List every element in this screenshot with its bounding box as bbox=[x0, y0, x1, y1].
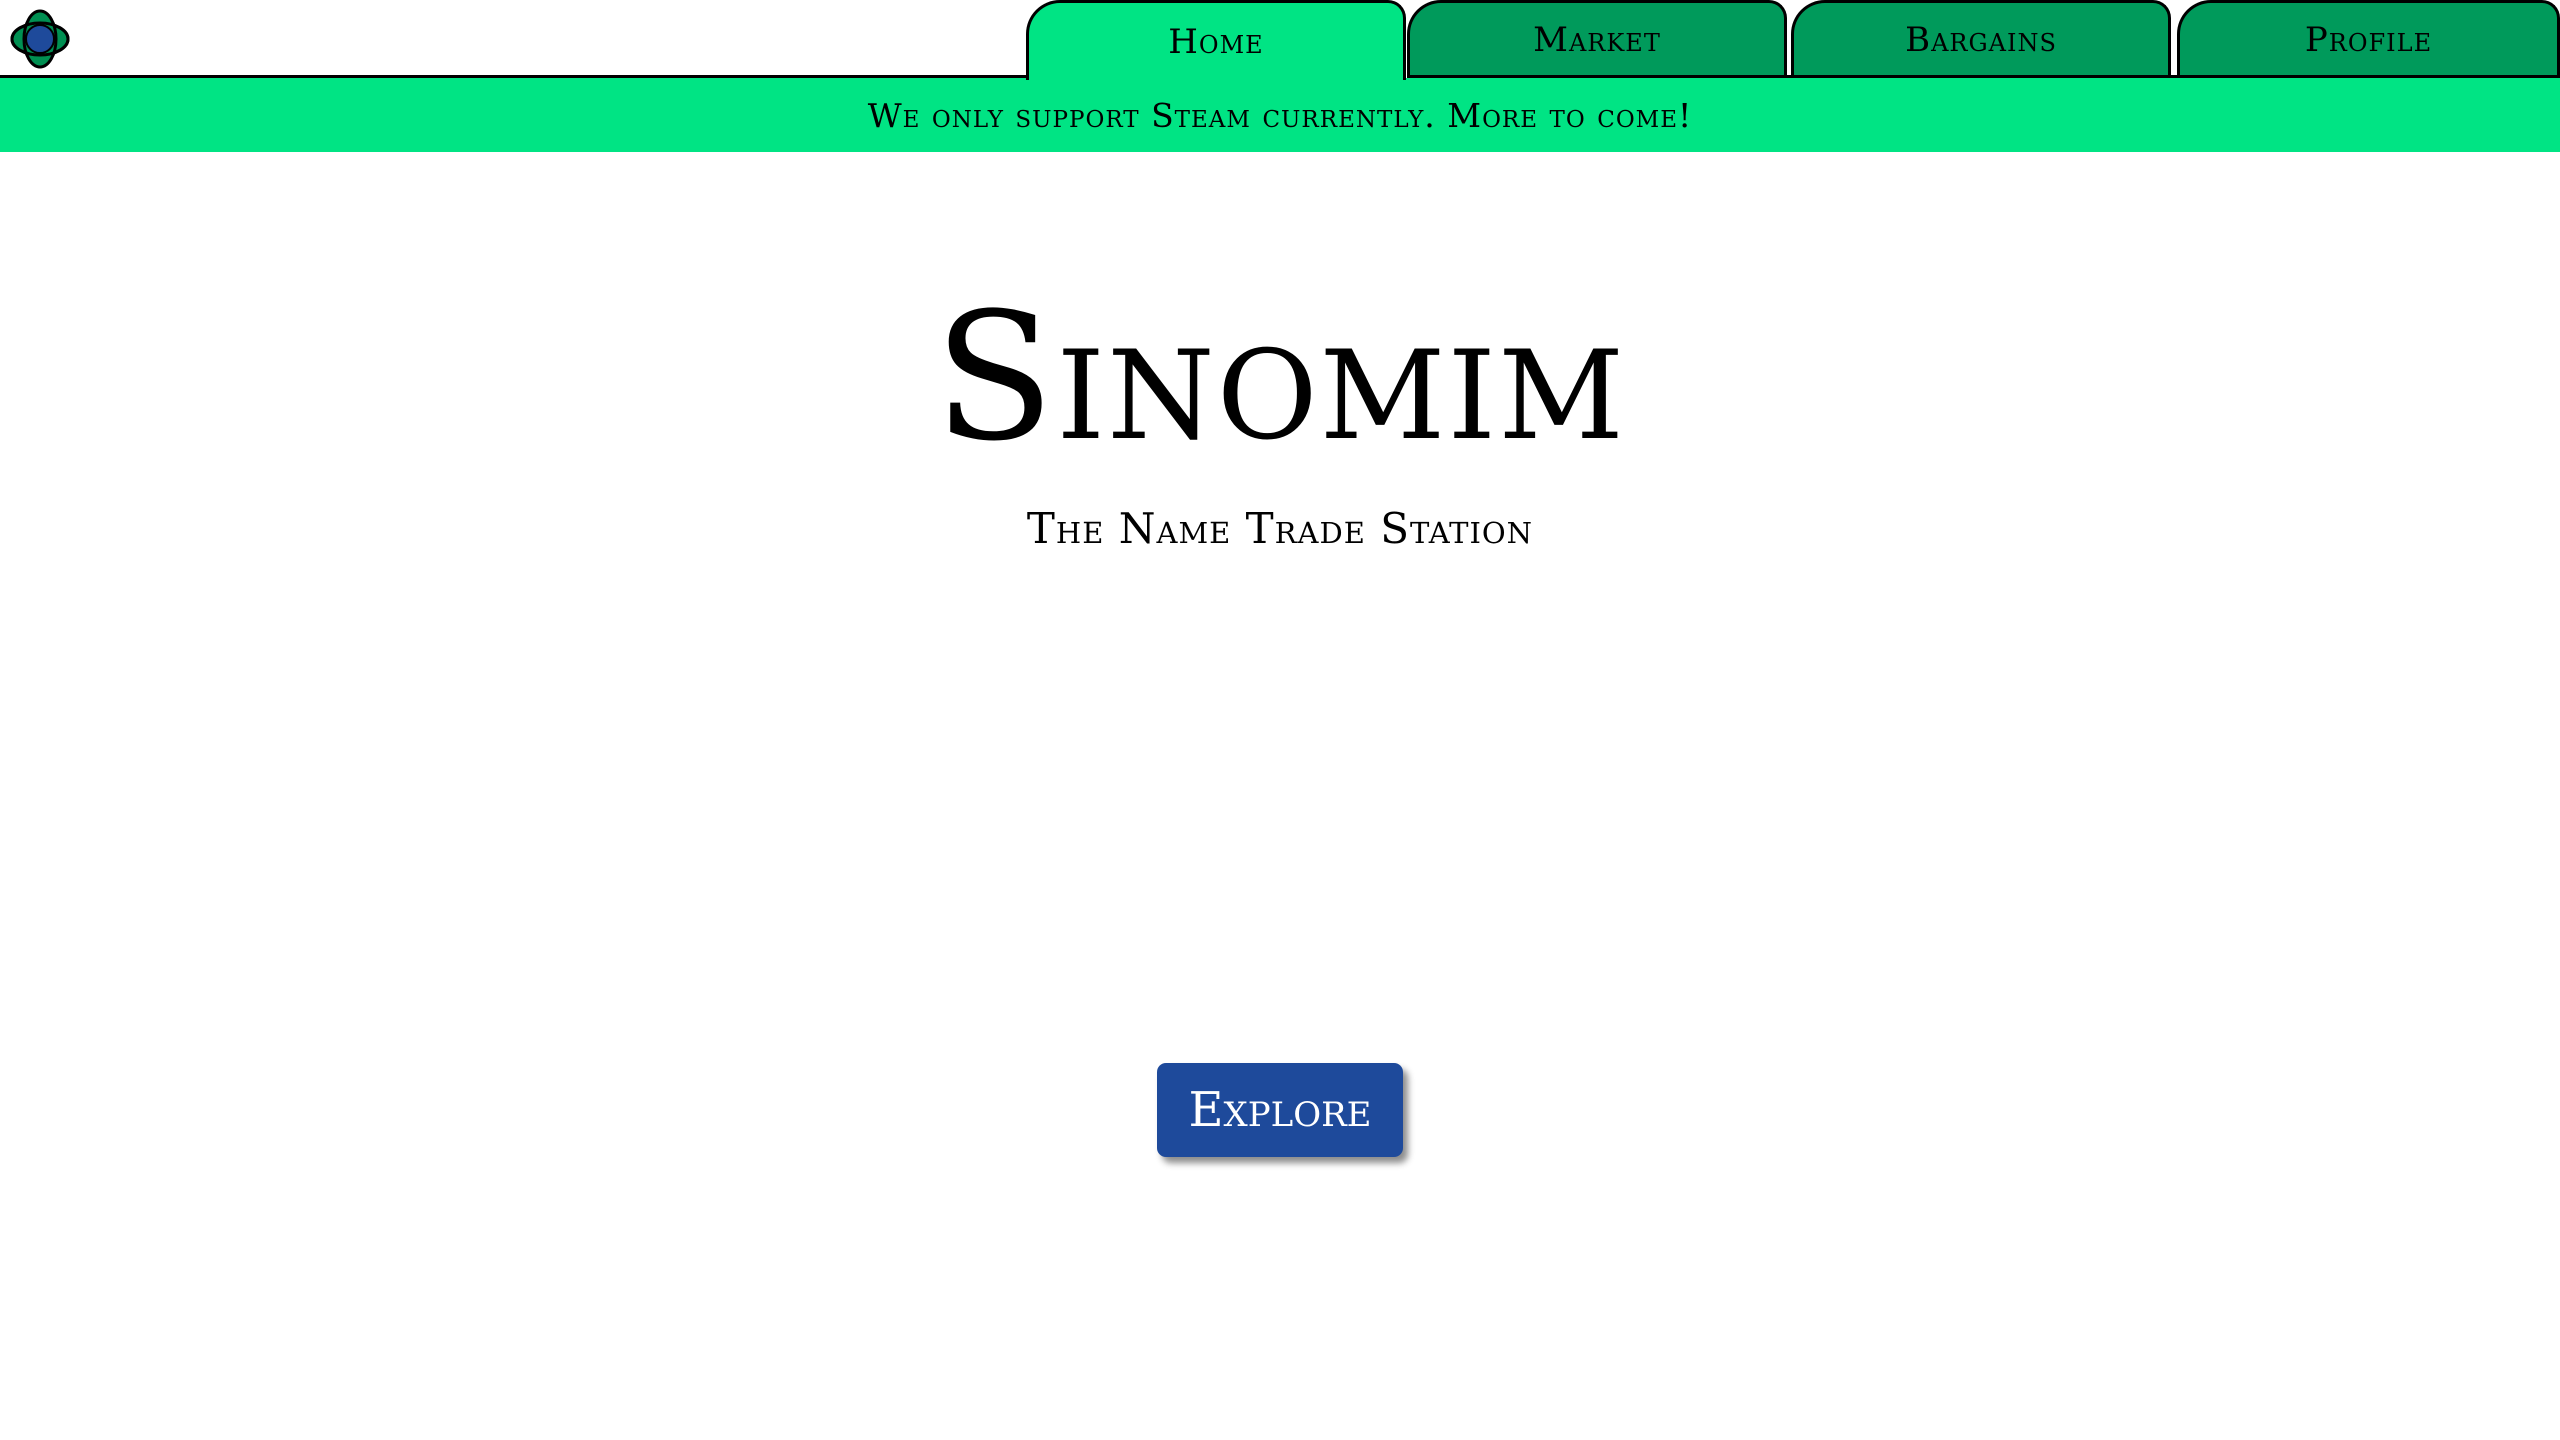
tab-profile[interactable]: Profile bbox=[2177, 0, 2560, 77]
tab-bargains[interactable]: Bargains bbox=[1791, 0, 2171, 77]
top-navigation-bar: Home Market Bargains Profile bbox=[0, 0, 2560, 80]
explore-button[interactable]: Explore bbox=[1157, 1063, 1403, 1157]
page-subtitle: The Name Trade Station bbox=[1026, 504, 1534, 553]
banner-text: We only support Steam currently. More to… bbox=[867, 95, 1693, 135]
tab-home[interactable]: Home bbox=[1026, 0, 1406, 80]
page-title: Sinomim bbox=[933, 275, 1627, 480]
explore-button-label: Explore bbox=[1188, 1082, 1372, 1138]
logo-icon[interactable] bbox=[8, 7, 72, 71]
tab-market[interactable]: Market bbox=[1407, 0, 1787, 77]
info-banner: We only support Steam currently. More to… bbox=[0, 78, 2560, 152]
